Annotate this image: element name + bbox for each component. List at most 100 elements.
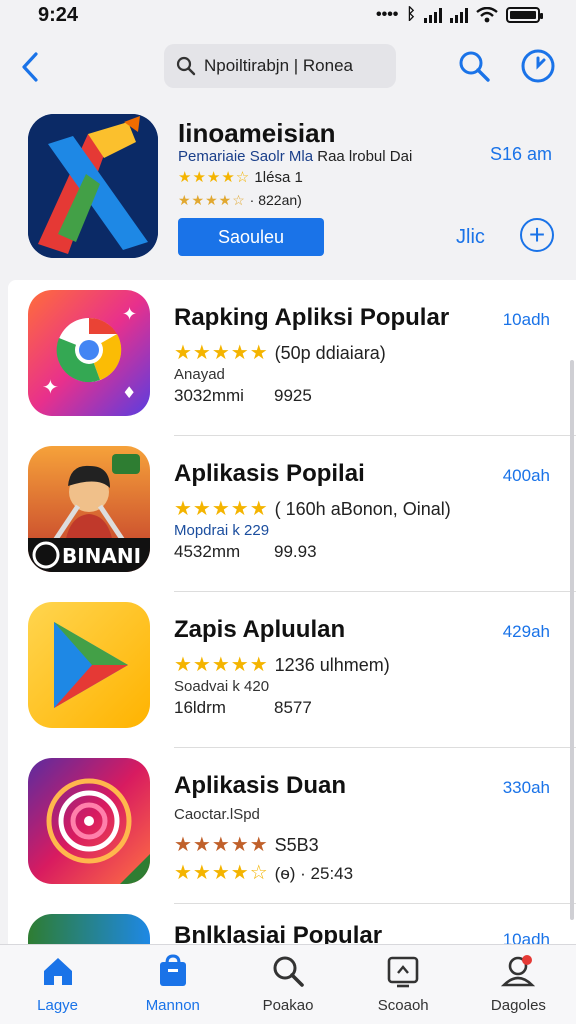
search-input[interactable]: Npoiltirabjn | Ronea <box>164 44 396 88</box>
star-rating-icon: ★★★★☆ <box>174 862 269 884</box>
app-time: 330ah <box>502 778 550 797</box>
app-icon[interactable] <box>28 914 150 944</box>
app-rating-text: S5B3 <box>274 835 319 855</box>
featured-rating: ★★★★☆ 1lésa 1 <box>178 168 303 186</box>
tab-search[interactable]: Poakao <box>230 945 345 1024</box>
star-rating-icon: ★★★★★ <box>174 342 269 364</box>
search-query: Npoiltirabjn | Ronea <box>204 56 353 75</box>
list-item[interactable]: BINANI Aplikasis Popilai 400ah ★★★★★( 16… <box>8 436 576 592</box>
app-developer: Mopdrai k 229 <box>174 522 270 539</box>
star-rating-icon: ★★★★☆ <box>178 192 246 208</box>
home-icon <box>43 958 72 985</box>
list-item[interactable]: Bnlklasiai Popular 10adh <box>8 904 576 944</box>
signal-icon <box>424 7 442 23</box>
battery-icon <box>506 7 543 23</box>
tab-label: Lagye <box>37 997 79 1014</box>
app-rating-2: ★★★★☆ (ѳ) · 25:43 <box>174 860 353 885</box>
featured-app[interactable]: Iinoameisian Pemariaie Saolr Mla Raa lro… <box>0 104 576 274</box>
wifi-icon <box>476 7 498 23</box>
back-icon[interactable] <box>16 50 46 84</box>
svg-text:✦: ✦ <box>122 304 137 325</box>
search-icon[interactable] <box>456 48 492 84</box>
status-bar: 9:24 •••• ᛒ <box>0 0 576 30</box>
tab-label: Mannon <box>145 997 200 1014</box>
tab-label: Dagoles <box>490 997 546 1014</box>
nav-bar: Npoiltirabjn | Ronea <box>0 40 576 96</box>
add-icon[interactable]: + <box>520 218 554 252</box>
app-title: Rapking Apliksi Popular <box>174 304 450 331</box>
featured-subtitle-blue: Pemariaie Saolr Mla <box>178 148 314 165</box>
app-rating-text: ( 160h aBonon, Oinal) <box>274 499 451 519</box>
app-rating-text: 1236 ulhmem) <box>274 655 390 675</box>
app-developer: Soadvai k 420 <box>174 678 270 695</box>
svg-text:♦: ♦ <box>122 383 136 402</box>
app-rating: ★★★★★ (50p ddiaiara) <box>174 340 386 365</box>
featured-link[interactable]: Jlic <box>456 226 485 249</box>
app-time: 10adh <box>502 310 550 329</box>
featured-rating-2-text: · 822an) <box>249 192 302 208</box>
tab-bar: Lagye Mannon Poakao Scoaoh Dagoles <box>0 944 576 1024</box>
bag-icon <box>159 954 186 986</box>
app-rating: ★★★★★ 1236 ulhmem) <box>174 652 390 677</box>
dots-icon: •••• <box>375 6 399 23</box>
featured-app-subtitle: Pemariaie Saolr Mla Raa lrobul Dai <box>178 148 412 165</box>
status-icons: •••• ᛒ <box>375 6 543 24</box>
app-rating: ★★★★★( 160h aBonon, Oinal) <box>174 496 451 521</box>
tab-screen[interactable]: Scoaoh <box>346 945 461 1024</box>
tab-label: Poakao <box>262 997 314 1014</box>
featured-rating-text: 1lésa 1 <box>254 169 303 186</box>
app-time: 400ah <box>502 466 550 485</box>
signal-icon-2 <box>450 7 468 23</box>
app-meta: 3032mmi 9925 <box>174 386 312 406</box>
list-item[interactable]: Zapis Apluulan 429ah ★★★★★ 1236 ulhmem) S… <box>8 592 576 748</box>
tab-label: Scoaoh <box>377 997 429 1014</box>
account-icon <box>501 955 536 987</box>
search-icon <box>273 956 304 987</box>
featured-app-time: S16 am <box>489 144 552 164</box>
app-rating-text: (50p ddiaiara) <box>274 343 386 363</box>
status-time: 9:24 <box>38 3 79 26</box>
tab-home[interactable]: Lagye <box>0 945 115 1024</box>
scrollbar[interactable] <box>570 360 574 920</box>
app-extra: 99.93 <box>274 542 317 561</box>
app-time: 10adh <box>502 930 550 944</box>
star-rating-icon: ★★★★★ <box>174 498 269 520</box>
tab-account[interactable]: Dagoles <box>461 945 576 1024</box>
list-item[interactable]: ✦ ✦ ♦ Rapking Apliksi Popular 10adh ★★★★… <box>8 280 576 436</box>
app-extra: 9925 <box>274 386 312 405</box>
svg-text:BINANI: BINANI <box>62 544 141 568</box>
search-icon <box>176 56 196 76</box>
app-size: 16ldrm <box>174 698 226 717</box>
star-rating-icon: ★★★★★ <box>174 654 269 676</box>
featured-rating-2: ★★★★☆ · 822an) <box>178 192 302 209</box>
clock-icon[interactable] <box>520 48 556 84</box>
app-meta: 16ldrm 8577 <box>174 698 312 718</box>
app-title: Aplikasis Popilai <box>174 460 365 487</box>
app-rating: ★★★★★ S5B3 <box>174 832 319 857</box>
spiral-app-icon[interactable] <box>28 758 150 884</box>
featured-app-icon[interactable] <box>28 114 158 258</box>
screen-icon <box>387 956 419 988</box>
app-list: ✦ ✦ ♦ Rapking Apliksi Popular 10adh ★★★★… <box>8 280 576 944</box>
tab-bag[interactable]: Mannon <box>115 945 230 1024</box>
featured-get-button[interactable]: Saouleu <box>178 218 324 256</box>
app-title: Bnlklasiai Popular <box>174 922 383 944</box>
featured-subtitle-rest: Raa lrobul Dai <box>317 148 413 165</box>
app-time: 429ah <box>502 622 550 641</box>
app-developer: Caoctar.lSpd <box>174 806 260 823</box>
app-rating-2-text: (ѳ) · 25:43 <box>274 864 354 883</box>
app-meta: 4532mm 99.93 <box>174 542 317 562</box>
list-item[interactable]: Aplikasis Duan 330ah Caoctar.lSpd ★★★★★ S… <box>8 748 576 904</box>
star-rating-icon: ★★★★☆ <box>178 169 251 186</box>
app-size: 3032mmi <box>174 386 244 405</box>
featured-app-title: Iinoameisian <box>178 118 336 148</box>
app-title: Zapis Apluulan <box>174 616 346 643</box>
game-app-icon[interactable]: BINANI <box>28 446 150 572</box>
svg-text:✦: ✦ <box>42 375 59 399</box>
star-rating-icon: ★★★★★ <box>174 834 269 856</box>
app-extra: 8577 <box>274 698 312 717</box>
bluetooth-icon: ᛒ <box>406 6 416 23</box>
chrome-app-icon[interactable]: ✦ ✦ ♦ <box>28 290 150 416</box>
play-app-icon[interactable] <box>28 602 150 728</box>
app-size: 4532mm <box>174 542 241 561</box>
